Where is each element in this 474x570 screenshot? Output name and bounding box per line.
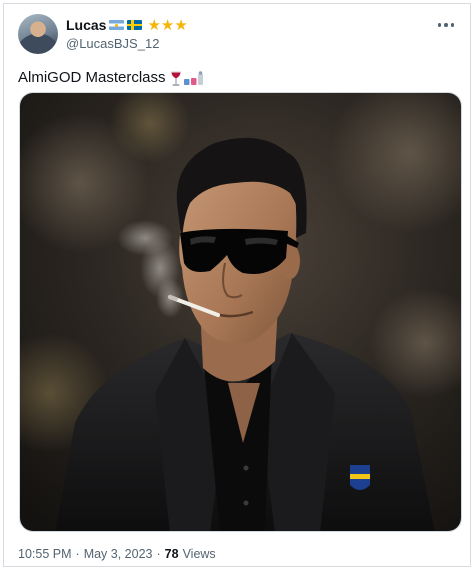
views-label: Views — [182, 547, 216, 561]
sweden-flag-icon — [127, 20, 143, 30]
tweet-meta: 10:55 PM · May 3, 2023 · 78 Views — [18, 547, 216, 561]
avatar[interactable] — [18, 14, 58, 54]
author-handle[interactable]: @LucasBJS_12 — [66, 36, 159, 51]
eyeglasses-icon — [183, 71, 203, 85]
author-name-row[interactable]: Lucas ★★★ — [66, 16, 188, 34]
tweet-text: AlmiGOD Masterclass — [18, 68, 205, 88]
stars-icon: ★★★ — [147, 16, 188, 34]
wine-glass-icon — [170, 71, 181, 86]
tweet-date[interactable]: May 3, 2023 — [84, 547, 153, 561]
tweet-media[interactable] — [19, 92, 462, 532]
meta-separator: · — [156, 547, 161, 561]
display-name[interactable]: Lucas — [66, 17, 106, 33]
more-options-icon[interactable] — [434, 16, 458, 34]
meta-separator: · — [75, 547, 80, 561]
tweet-card: Lucas ★★★ @LucasBJS_12 AlmiGOD Mastercla… — [3, 3, 471, 567]
tweet-body: AlmiGOD Masterclass — [18, 69, 166, 86]
argentina-flag-icon — [109, 20, 125, 30]
photo-portrait — [20, 93, 461, 531]
views-count: 78 — [164, 547, 179, 561]
tweet-time[interactable]: 10:55 PM — [18, 547, 72, 561]
